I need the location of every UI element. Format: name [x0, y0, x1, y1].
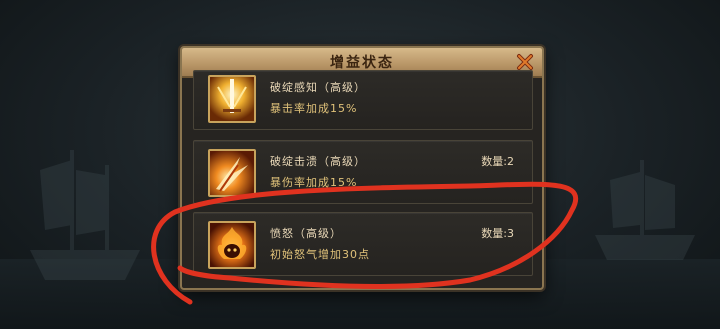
buff-description: 初始怒气增加30点: [270, 248, 370, 261]
buff-item[interactable]: 愤怒（高级） 初始怒气增加30点 数量:3: [193, 212, 533, 276]
buff-description: 暴伤率加成15%: [270, 176, 358, 189]
close-icon: [517, 54, 533, 70]
buff-list: 破绽感知（高级） 暴击率加成15% 破绽击溃（高级） 暴伤率加成15% 数量:2…: [188, 70, 533, 288]
panel-title: 增益状态: [330, 55, 394, 71]
flame-slash-icon: [208, 149, 256, 197]
rage-flame-icon: [208, 221, 256, 269]
buff-item[interactable]: 破绽感知（高级） 暴击率加成15%: [193, 70, 533, 130]
buff-description: 暴击率加成15%: [270, 102, 358, 115]
buff-item[interactable]: 破绽击溃（高级） 暴伤率加成15% 数量:2: [193, 140, 533, 204]
buff-name: 破绽击溃（高级）: [270, 155, 366, 168]
buff-count: 数量:3: [481, 227, 514, 240]
buff-status-panel: 增益状态 破绽感知（高级） 暴击率加成15% 破绽击溃（高级） 暴伤率加成15%…: [180, 46, 544, 290]
sword-light-icon: [208, 75, 256, 123]
buff-count: 数量:2: [481, 155, 514, 168]
ship-silhouette-left: [30, 150, 140, 280]
ship-silhouette-right: [595, 160, 695, 260]
buff-name: 愤怒（高级）: [270, 227, 342, 240]
buff-name: 破绽感知（高级）: [270, 81, 366, 94]
